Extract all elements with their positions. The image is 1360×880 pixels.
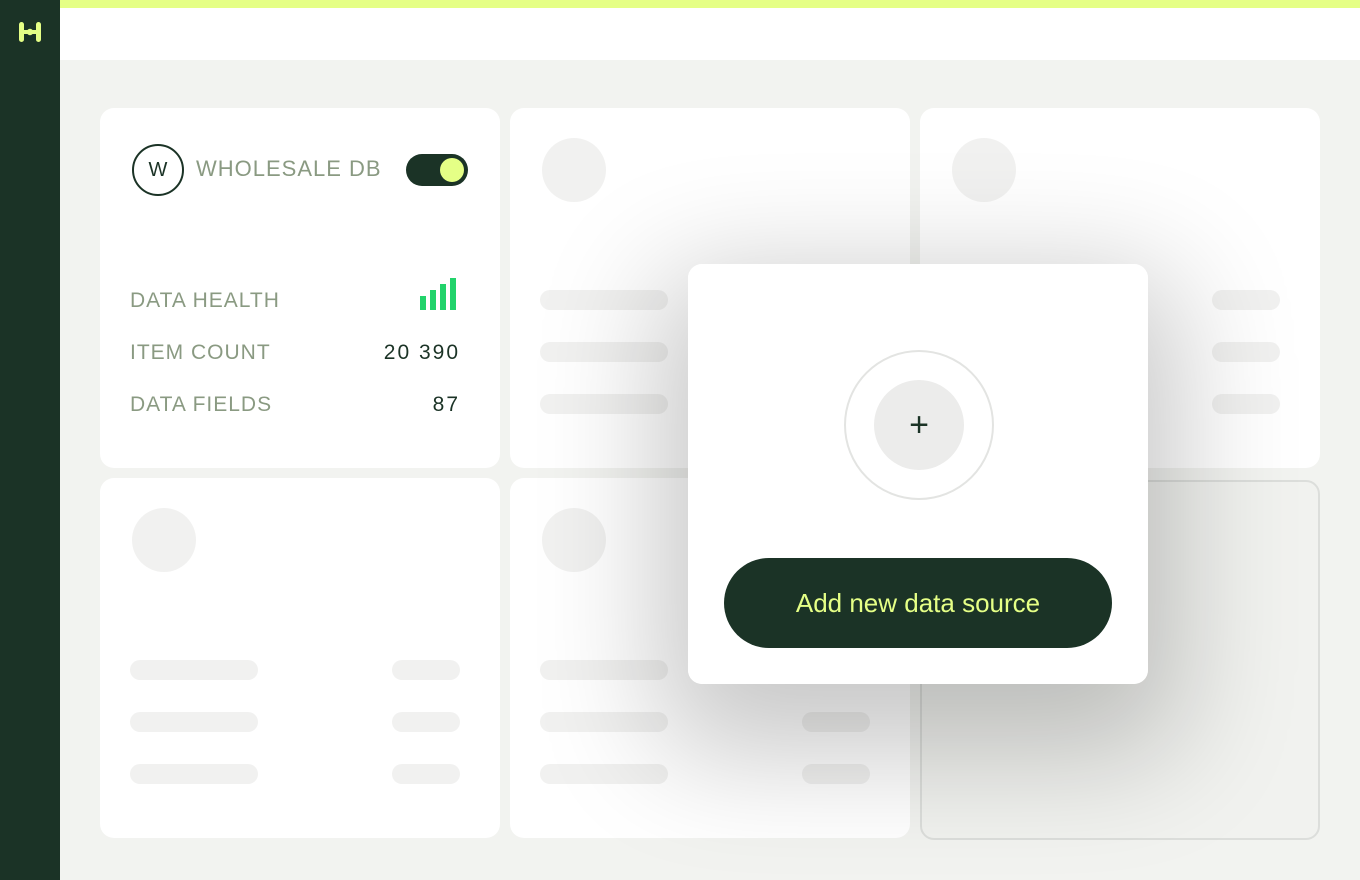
add-data-source-modal: + Add new data source xyxy=(688,264,1148,684)
avatar-letter: W xyxy=(148,158,168,181)
text-placeholder xyxy=(130,764,258,784)
stat-value-item-count: 20 390 xyxy=(383,341,460,364)
toggle-knob xyxy=(440,158,464,182)
source-enable-toggle[interactable] xyxy=(406,154,468,186)
value-placeholder xyxy=(392,712,460,732)
source-title: WHOLESALE DB xyxy=(196,156,382,181)
sidebar xyxy=(0,0,60,880)
signal-bars-icon xyxy=(420,278,456,310)
brand-logo-icon[interactable] xyxy=(18,20,42,44)
text-placeholder xyxy=(130,660,258,680)
stat-value-data-fields: 87 xyxy=(432,393,460,416)
text-placeholder xyxy=(540,290,668,310)
avatar-placeholder xyxy=(132,508,196,572)
text-placeholder xyxy=(540,660,668,680)
avatar-placeholder xyxy=(542,138,606,202)
accent-line xyxy=(60,0,1360,8)
data-source-card-wholesale[interactable]: W WHOLESALE DB DATA HEALTH ITEM COUNT 20… xyxy=(100,108,500,468)
avatar-placeholder xyxy=(542,508,606,572)
text-placeholder xyxy=(540,764,668,784)
value-placeholder xyxy=(1212,394,1280,414)
value-placeholder xyxy=(802,764,870,784)
text-placeholder xyxy=(540,394,668,414)
text-placeholder xyxy=(540,712,668,732)
source-avatar: W xyxy=(132,144,184,196)
avatar-placeholder xyxy=(952,138,1016,202)
stat-label-data-fields: DATA FIELDS xyxy=(130,393,273,416)
add-icon-button[interactable]: + xyxy=(874,380,964,470)
stat-label-item-count: ITEM COUNT xyxy=(130,341,271,364)
add-data-source-button[interactable]: Add new data source xyxy=(724,558,1112,648)
plus-icon: + xyxy=(909,405,929,444)
value-placeholder xyxy=(1212,342,1280,362)
value-placeholder xyxy=(1212,290,1280,310)
text-placeholder xyxy=(540,342,668,362)
value-placeholder xyxy=(802,712,870,732)
value-placeholder xyxy=(392,764,460,784)
value-placeholder xyxy=(392,660,460,680)
placeholder-card xyxy=(100,478,500,838)
top-bar xyxy=(60,0,1360,60)
stat-label-data-health: DATA HEALTH xyxy=(130,289,280,312)
text-placeholder xyxy=(130,712,258,732)
